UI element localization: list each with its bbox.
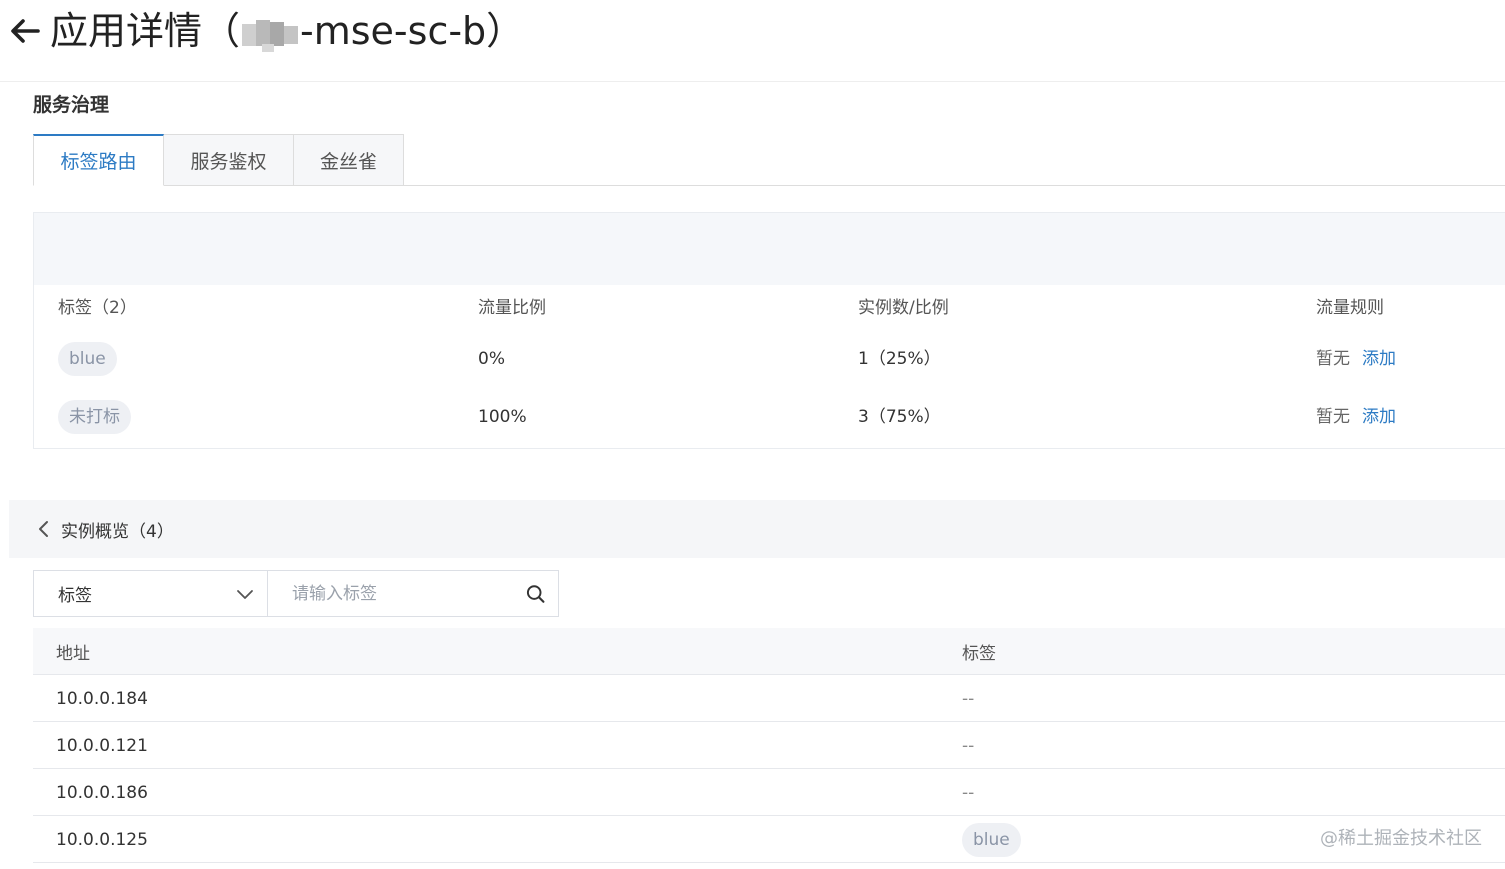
tag-search: [268, 570, 559, 617]
instance-filter: 标签: [33, 570, 559, 617]
cell-tag: --: [962, 782, 975, 803]
tag-pill: blue: [58, 342, 117, 376]
watermark: @稀土掘金技术社区: [1320, 828, 1482, 849]
route-row-2-instances: 3（75%）: [858, 407, 941, 427]
col-header-rules: 流量规则: [1316, 298, 1384, 318]
cell-tag: --: [962, 688, 975, 709]
table-row: 10.0.0.125 blue: [33, 816, 1505, 863]
cell-tag: --: [962, 735, 975, 756]
select-value: 标签: [58, 586, 92, 606]
add-rule-link[interactable]: 添加: [1362, 349, 1396, 369]
route-row-1-tag: blue: [58, 342, 117, 376]
title-app-suffix: -mse-sc-b: [300, 9, 487, 53]
rule-status: 暂无: [1316, 349, 1350, 369]
route-row-2-tag: 未打标: [58, 400, 131, 434]
cell-address: 10.0.0.125: [56, 829, 148, 850]
tag-pill: blue: [962, 822, 1021, 857]
route-row-1-traffic: 0%: [478, 349, 505, 369]
table-row: 10.0.0.121 --: [33, 722, 1505, 769]
cell-address: 10.0.0.186: [56, 782, 148, 803]
table-header-row: 地址 标签: [33, 628, 1505, 675]
tag-routing-panel: 标签（2） 流量比例 实例数/比例 流量规则 blue 0% 1（25%） 暂无…: [33, 212, 1505, 449]
cell-address: 10.0.0.184: [56, 688, 148, 709]
rule-status: 暂无: [1316, 407, 1350, 427]
instance-table: 地址 标签 10.0.0.184 -- 10.0.0.121 -- 10.0.0…: [33, 628, 1505, 863]
section-title: 服务治理: [33, 94, 110, 116]
search-icon[interactable]: [525, 583, 546, 605]
page-header: 应用详情 （ -mse-sc-b ）: [0, 0, 1505, 82]
back-arrow-icon[interactable]: [8, 14, 42, 48]
route-row-1-rule: 暂无 添加: [1316, 347, 1396, 371]
table-row: 10.0.0.186 --: [33, 769, 1505, 816]
col-header-tag: 标签: [962, 644, 996, 664]
page-title: 应用详情 （ -mse-sc-b ）: [50, 6, 524, 56]
title-prefix: 应用详情: [50, 9, 203, 53]
tab-tag-routing[interactable]: 标签路由: [33, 134, 164, 186]
title-open-paren: （: [202, 9, 241, 53]
title-close-paren: ）: [486, 9, 525, 53]
instance-overview-title: 实例概览（4）: [61, 521, 174, 542]
route-row-1-instances: 1（25%）: [858, 349, 941, 369]
redacted-app-name: [242, 16, 299, 52]
chevron-down-icon: [237, 589, 253, 599]
cell-address: 10.0.0.121: [56, 735, 148, 756]
route-panel-header: [34, 213, 1505, 285]
add-rule-link[interactable]: 添加: [1362, 407, 1396, 427]
tag-pill: 未打标: [58, 400, 131, 434]
instance-overview-bar[interactable]: 实例概览（4）: [9, 500, 1505, 558]
tag-search-input[interactable]: [292, 583, 525, 604]
route-row-2-traffic: 100%: [478, 407, 527, 427]
route-row-2-rule: 暂无 添加: [1316, 405, 1396, 429]
col-header-tag: 标签（2）: [58, 298, 137, 318]
col-header-address: 地址: [56, 644, 90, 664]
col-header-instances: 实例数/比例: [858, 298, 949, 318]
chevron-left-icon[interactable]: [33, 518, 55, 540]
tab-service-auth[interactable]: 服务鉴权: [164, 134, 294, 186]
tab-bar: 标签路由 服务鉴权 金丝雀: [33, 134, 404, 186]
cell-tag: blue: [962, 816, 1021, 863]
tab-canary[interactable]: 金丝雀: [294, 134, 404, 186]
filter-field-select[interactable]: 标签: [33, 570, 268, 617]
table-row: 10.0.0.184 --: [33, 675, 1505, 722]
col-header-traffic: 流量比例: [478, 298, 546, 318]
